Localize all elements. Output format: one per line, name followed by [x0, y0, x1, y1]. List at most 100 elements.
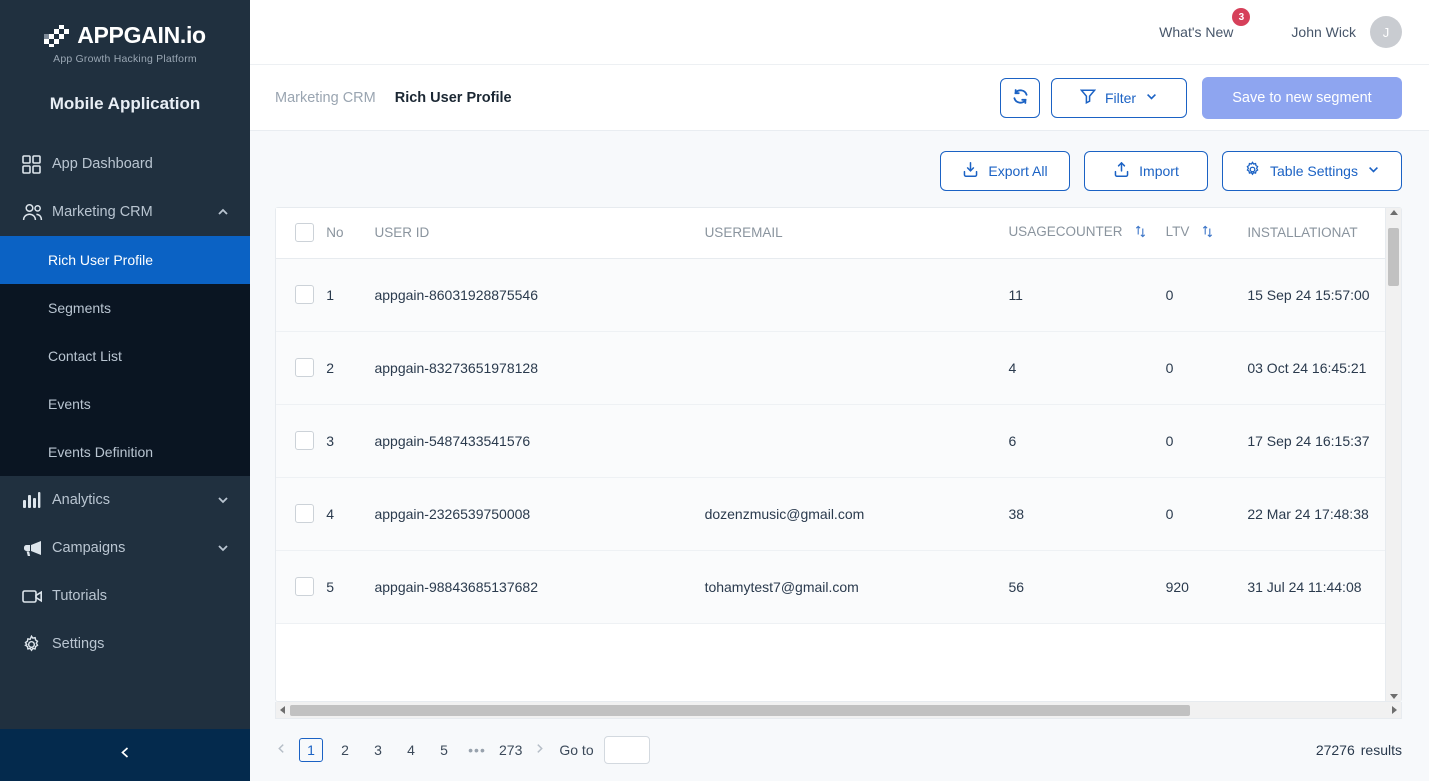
save-to-new-segment-button[interactable]: Save to new segment: [1202, 76, 1402, 119]
chevron-up-icon: [216, 205, 230, 219]
scroll-down-arrow-icon[interactable]: [1389, 694, 1398, 699]
column-header-installationat[interactable]: INSTALLATIONAT: [1247, 208, 1385, 259]
sidebar-item-rich-user-profile[interactable]: Rich User Profile: [0, 236, 250, 284]
user-name[interactable]: John Wick: [1291, 24, 1356, 40]
grid-icon: [22, 154, 52, 174]
import-button[interactable]: Import: [1084, 151, 1208, 191]
cell-user-id: appgain-83273651978128: [374, 331, 705, 405]
table-scroll-area: No USER ID USEREMAIL USAGECOUNTER LTV IN…: [276, 208, 1385, 701]
cell-user-id: appgain-5487433541576: [374, 404, 705, 478]
sidebar-item-settings[interactable]: Settings: [0, 620, 250, 668]
table-row[interactable]: 3 appgain-5487433541576 6 0 17 Sep 24 16…: [276, 404, 1385, 478]
chevron-down-icon: [1367, 163, 1380, 179]
table-row[interactable]: 5 appgain-98843685137682 tohamytest7@gma…: [276, 550, 1385, 624]
column-header-ltv[interactable]: LTV: [1165, 208, 1248, 259]
sidebar-item-segments[interactable]: Segments: [0, 284, 250, 332]
chevron-down-icon: [216, 493, 230, 507]
page-title: Rich User Profile: [394, 89, 512, 106]
pagination-page-3[interactable]: 3: [367, 738, 389, 762]
column-header-useremail[interactable]: USEREMAIL: [704, 208, 1009, 259]
sort-usagecounter-icon[interactable]: [1135, 225, 1146, 241]
table-settings-button[interactable]: Table Settings: [1222, 151, 1402, 191]
refresh-button[interactable]: [1000, 77, 1040, 118]
sidebar-collapse-button[interactable]: [0, 729, 250, 781]
app-name-title: Mobile Application: [49, 94, 201, 113]
brand-logo[interactable]: APPGAIN.io App Growth Hacking Platform: [0, 0, 250, 73]
pagination-ellipsis[interactable]: •••: [466, 738, 488, 762]
table-row[interactable]: 1 appgain-86031928875546 11 0 15 Sep 24 …: [276, 258, 1385, 332]
cell-user-id: appgain-98843685137682: [374, 550, 705, 624]
avatar[interactable]: J: [1370, 16, 1402, 48]
cell-ltv: 0: [1165, 477, 1248, 551]
sidebar-item-events[interactable]: Events: [0, 380, 250, 428]
scroll-left-arrow-icon[interactable]: [280, 706, 285, 714]
sidebar-subitem-label: Events: [48, 396, 91, 412]
cell-user-id: appgain-2326539750008: [374, 477, 705, 551]
pagination-last-page[interactable]: 273: [499, 738, 522, 762]
sidebar-subitem-label: Contact List: [48, 348, 122, 364]
results-label: results: [1360, 742, 1402, 758]
pagination-page-2[interactable]: 2: [334, 738, 356, 762]
cell-user-email: [704, 404, 1009, 478]
table-zone: No USER ID USEREMAIL USAGECOUNTER LTV IN…: [250, 207, 1429, 719]
filter-button[interactable]: Filter: [1051, 77, 1187, 118]
column-header-usagecounter[interactable]: USAGECOUNTER: [1008, 208, 1166, 259]
row-checkbox[interactable]: [295, 358, 314, 377]
results-count: 27276 results: [1316, 742, 1402, 758]
brand-tagline: App Growth Hacking Platform: [53, 53, 197, 65]
table-row[interactable]: 4 appgain-2326539750008 dozenzmusic@gmai…: [276, 477, 1385, 551]
sidebar-item-label: Settings: [52, 636, 105, 652]
sort-ltv-icon[interactable]: [1202, 225, 1213, 241]
sidebar-item-events-definition[interactable]: Events Definition: [0, 428, 250, 476]
table-row[interactable]: 2 appgain-83273651978128 4 0 03 Oct 24 1…: [276, 331, 1385, 405]
breadcrumb-parent[interactable]: Marketing CRM: [275, 90, 376, 106]
gear-icon: [22, 634, 52, 654]
sidebar-item-app-dashboard[interactable]: App Dashboard: [0, 140, 250, 188]
export-all-button[interactable]: Export All: [940, 151, 1070, 191]
cell-usage-counter: 6: [1008, 404, 1166, 478]
pagination-page-1[interactable]: 1: [299, 738, 323, 762]
horizontal-scroll-track[interactable]: [290, 704, 1387, 716]
column-header-user-id[interactable]: USER ID: [374, 208, 705, 259]
sidebar-item-contact-list[interactable]: Contact List: [0, 332, 250, 380]
column-header-no[interactable]: No: [326, 208, 375, 259]
cell-usage-counter: 4: [1008, 331, 1166, 405]
row-checkbox[interactable]: [295, 577, 314, 596]
upload-icon: [1113, 161, 1130, 181]
sidebar-item-analytics[interactable]: Analytics: [0, 476, 250, 524]
table-horizontal-scrollbar[interactable]: [275, 702, 1402, 719]
scroll-right-arrow-icon[interactable]: [1392, 706, 1397, 714]
chevron-down-icon: [1145, 90, 1158, 106]
cell-no: 1: [326, 258, 375, 332]
whats-new-button[interactable]: What's New 3: [1159, 8, 1251, 40]
pagination-prev-button[interactable]: [275, 742, 288, 758]
sidebar-item-tutorials[interactable]: Tutorials: [0, 572, 250, 620]
row-checkbox[interactable]: [295, 285, 314, 304]
scroll-up-arrow-icon[interactable]: [1389, 210, 1398, 215]
users-icon: [22, 203, 52, 222]
horizontal-scroll-thumb[interactable]: [290, 704, 1190, 716]
cell-usage-counter: 11: [1008, 258, 1166, 332]
row-checkbox[interactable]: [295, 504, 314, 523]
sidebar-item-label: App Dashboard: [52, 156, 153, 172]
vertical-scroll-thumb[interactable]: [1388, 228, 1399, 286]
cell-user-email: [704, 331, 1009, 405]
pagination-next-button[interactable]: [533, 742, 546, 758]
brand-name: APPGAIN.io: [77, 22, 206, 48]
goto-page-input[interactable]: [603, 736, 650, 764]
whats-new-label: What's New: [1159, 24, 1234, 40]
sidebar-item-campaigns[interactable]: Campaigns: [0, 524, 250, 572]
select-all-checkbox[interactable]: [295, 223, 314, 243]
row-checkbox[interactable]: [295, 431, 314, 450]
cell-ltv: 920: [1165, 550, 1248, 624]
pagination-page-4[interactable]: 4: [400, 738, 422, 762]
cell-installation-at: 17 Sep 24 16:15:37: [1247, 404, 1385, 478]
bar-chart-icon: [22, 491, 52, 510]
sidebar-item-marketing-crm[interactable]: Marketing CRM: [0, 188, 250, 236]
cell-ltv: 0: [1165, 258, 1248, 332]
export-all-label: Export All: [988, 163, 1048, 179]
users-table: No USER ID USEREMAIL USAGECOUNTER LTV IN…: [276, 208, 1385, 624]
cell-user-email: dozenzmusic@gmail.com: [704, 477, 1009, 551]
pagination-page-5[interactable]: 5: [433, 738, 455, 762]
table-vertical-scrollbar[interactable]: [1385, 208, 1401, 701]
